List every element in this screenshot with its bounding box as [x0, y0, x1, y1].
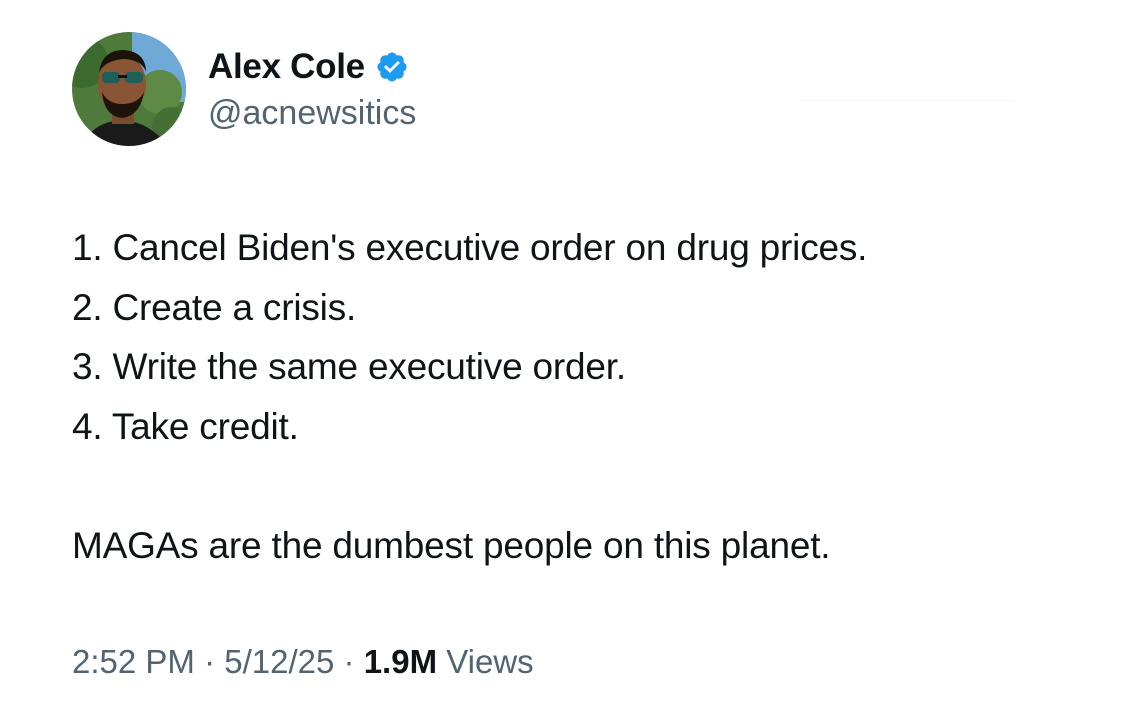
meta-separator: ·: [343, 643, 355, 680]
divider: [800, 100, 1015, 101]
views-count[interactable]: 1.9M: [364, 643, 437, 680]
views-label[interactable]: Views: [446, 643, 533, 680]
tweet-card: Alex Cole @acnewsitics 1. Cancel Biden's…: [0, 0, 1125, 728]
tweet-text: 1. Cancel Biden's executive order on dru…: [72, 218, 1082, 575]
avatar[interactable]: [72, 32, 186, 146]
tweet-line: 2. Create a crisis.: [72, 286, 357, 328]
tweet-line: 4. Take credit.: [72, 405, 299, 447]
tweet-closing-line: MAGAs are the dumbest people on this pla…: [72, 524, 831, 566]
author-display-name[interactable]: Alex Cole: [208, 46, 365, 88]
author-handle[interactable]: @acnewsitics: [208, 92, 416, 134]
tweet-meta: 2:52 PM · 5/12/25 · 1.9M Views: [72, 640, 534, 684]
avatar-image: [72, 32, 186, 146]
meta-separator: ·: [204, 643, 216, 680]
tweet-line: 3. Write the same executive order.: [72, 346, 626, 387]
tweet-date[interactable]: 5/12/25: [224, 643, 334, 680]
paragraph-break: [72, 456, 1082, 516]
tweet-time[interactable]: 2:52 PM: [72, 643, 195, 680]
verified-badge-icon[interactable]: [375, 50, 409, 84]
tweet-line: 1. Cancel Biden's executive order on dru…: [72, 227, 868, 268]
author-name-row: Alex Cole: [208, 46, 409, 88]
